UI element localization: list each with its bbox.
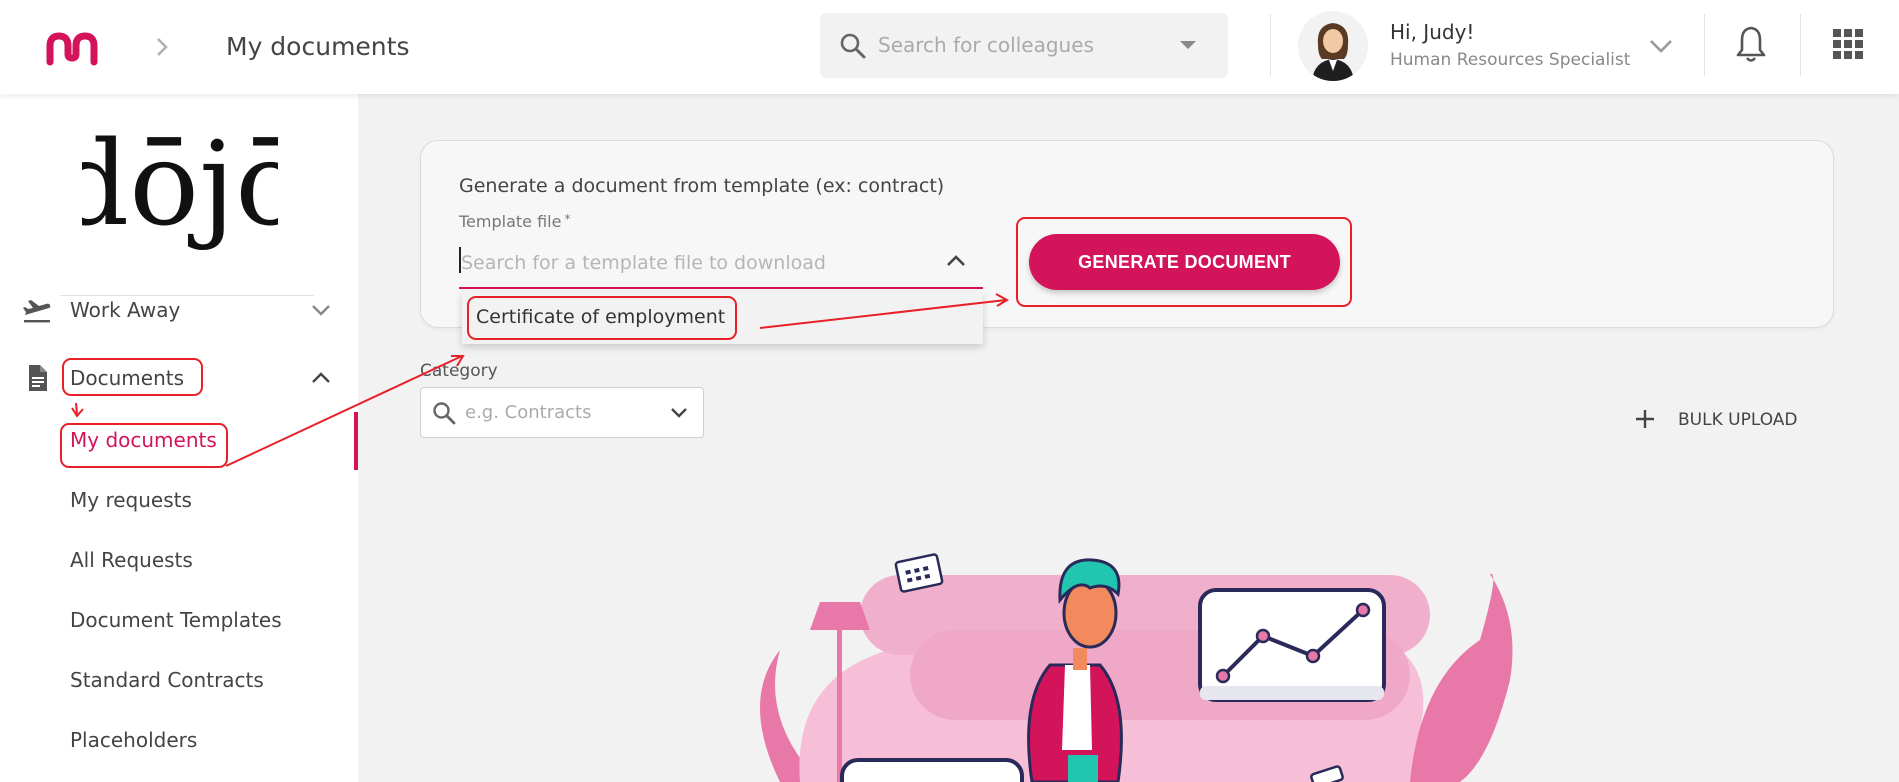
page-title: My documents — [226, 32, 410, 61]
colleague-search-placeholder: Search for colleagues — [878, 33, 1094, 57]
generate-document-button[interactable]: GENERATE DOCUMENT — [1029, 234, 1340, 290]
header-divider — [1800, 14, 1801, 76]
dojo-brand-logo: dōjō — [82, 117, 278, 252]
app-logo-icon[interactable] — [44, 28, 100, 68]
chevron-down-icon[interactable] — [669, 406, 689, 420]
template-file-placeholder: Search for a template file to download — [461, 252, 826, 274]
header-divider — [1270, 14, 1271, 76]
caret-down-icon[interactable] — [1180, 41, 1196, 49]
top-header: My documents Search for colleagues Hi, J… — [0, 0, 1899, 94]
generate-card-title: Generate a document from template (ex: c… — [459, 175, 945, 197]
airplane-departure-icon — [23, 300, 51, 323]
sidebar-subitem-all-requests[interactable]: All Requests — [70, 548, 193, 572]
search-icon — [433, 402, 456, 425]
sidebar-subitem-my-requests[interactable]: My requests — [70, 488, 192, 512]
sidebar-subitem-my-documents[interactable]: My documents — [70, 428, 217, 452]
search-icon — [840, 33, 866, 59]
bulk-upload-label: BULK UPLOAD — [1678, 410, 1798, 430]
notification-bell-icon[interactable] — [1734, 24, 1768, 64]
brand-name: dōjō — [82, 117, 278, 252]
required-asterisk: * — [564, 212, 571, 226]
chevron-up-icon[interactable] — [945, 253, 967, 269]
user-avatar[interactable] — [1298, 11, 1368, 81]
empty-state-illustration — [760, 553, 1513, 782]
user-role: Human Resources Specialist — [1390, 50, 1631, 70]
sidebar-subitem-standard-contracts[interactable]: Standard Contracts — [70, 668, 264, 692]
colleague-search[interactable]: Search for colleagues — [820, 13, 1228, 78]
dropdown-option-certificate[interactable]: Certificate of employment — [476, 306, 725, 328]
sidebar-subitem-document-templates[interactable]: Document Templates — [70, 608, 282, 632]
chevron-up-icon[interactable] — [310, 370, 332, 386]
sidebar-subitem-placeholders[interactable]: Placeholders — [70, 728, 197, 752]
header-divider — [1704, 14, 1705, 76]
category-select[interactable]: e.g. Contracts — [420, 387, 704, 438]
category-placeholder: e.g. Contracts — [465, 402, 592, 423]
apps-grid-icon[interactable] — [1832, 28, 1864, 60]
sidebar-item-documents[interactable]: Documents — [0, 358, 358, 398]
user-menu-chevron-icon[interactable] — [1648, 36, 1674, 56]
breadcrumb-chevron-icon — [157, 38, 168, 56]
sidebar-item-label: Documents — [70, 366, 185, 390]
sidebar-item-work-away[interactable]: Work Away — [0, 290, 358, 330]
template-file-input[interactable]: Search for a template file to download — [459, 245, 983, 289]
template-dropdown: Certificate of employment — [462, 292, 983, 344]
plus-icon — [1636, 410, 1654, 428]
chevron-down-icon[interactable] — [310, 302, 332, 318]
sidebar-item-label: Work Away — [70, 298, 181, 322]
document-icon — [29, 365, 47, 391]
active-item-indicator — [354, 412, 358, 470]
template-file-label: Template file * — [459, 212, 571, 231]
category-label: Category — [420, 361, 498, 381]
user-greeting: Hi, Judy! — [1390, 20, 1475, 44]
sidebar: dōjō Work Away Documents My documents My… — [0, 94, 358, 782]
